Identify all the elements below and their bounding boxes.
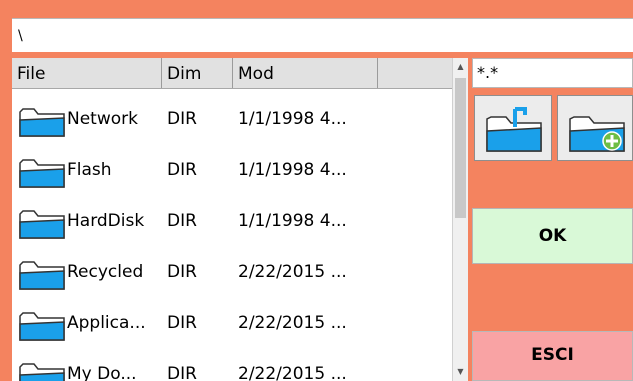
file-mod: 1/1/1998 4...	[238, 160, 347, 180]
folder-icon	[19, 108, 65, 137]
file-row[interactable]: My Do... DIR 2/22/2015 ...	[12, 344, 452, 381]
file-dim: DIR	[167, 313, 197, 333]
file-row[interactable]: Flash DIR 1/1/1998 4...	[12, 140, 452, 191]
file-name: Network	[67, 109, 138, 129]
file-dim: DIR	[167, 211, 197, 231]
column-header-filler	[378, 58, 452, 88]
file-list-panel: File Dim Mod Network DIR 1/1/1998 4... F…	[12, 58, 468, 381]
vertical-scrollbar[interactable]: ▲ ▼	[452, 58, 468, 381]
folder-icon	[19, 261, 65, 290]
file-mod: 2/22/2015 ...	[238, 313, 347, 333]
file-name: Applica...	[67, 313, 146, 333]
scroll-down-arrow-icon[interactable]: ▼	[453, 365, 468, 379]
file-row[interactable]: Applica... DIR 2/22/2015 ...	[12, 293, 452, 344]
file-mod: 1/1/1998 4...	[238, 211, 347, 231]
file-mod: 2/22/2015 ...	[238, 262, 347, 282]
path-input[interactable]: \	[12, 18, 633, 52]
column-header-file[interactable]: File	[12, 58, 162, 88]
folder-icon	[19, 312, 65, 341]
folder-icon	[19, 159, 65, 188]
file-list-header: File Dim Mod	[12, 58, 452, 89]
new-folder-button[interactable]	[557, 95, 633, 161]
file-name: My Do...	[67, 364, 137, 381]
folder-up-button[interactable]	[474, 95, 552, 161]
file-list-rows: Network DIR 1/1/1998 4... Flash DIR 1/1/…	[12, 89, 452, 381]
folder-up-icon	[486, 107, 542, 152]
file-mod: 2/22/2015 ...	[238, 364, 347, 381]
file-dim: DIR	[167, 262, 197, 282]
new-folder-icon	[569, 116, 625, 152]
ok-button[interactable]: OK	[472, 208, 633, 264]
file-name: Recycled	[67, 262, 144, 282]
scroll-thumb[interactable]	[455, 78, 466, 218]
filter-input[interactable]: *.*	[472, 58, 633, 88]
file-row[interactable]: Recycled DIR 2/22/2015 ...	[12, 242, 452, 293]
scroll-up-arrow-icon[interactable]: ▲	[453, 60, 468, 74]
file-dim: DIR	[167, 364, 197, 381]
file-row[interactable]: Network DIR 1/1/1998 4...	[12, 89, 452, 140]
file-row[interactable]: HardDisk DIR 1/1/1998 4...	[12, 191, 452, 242]
column-header-dim[interactable]: Dim	[162, 58, 233, 88]
file-mod: 1/1/1998 4...	[238, 109, 347, 129]
file-name: HardDisk	[67, 211, 145, 231]
column-header-mod[interactable]: Mod	[233, 58, 378, 88]
cancel-button[interactable]: ESCI	[472, 331, 633, 381]
file-name: Flash	[67, 160, 112, 180]
file-dim: DIR	[167, 160, 197, 180]
folder-icon	[19, 210, 65, 239]
file-dim: DIR	[167, 109, 197, 129]
folder-icon	[19, 363, 65, 381]
